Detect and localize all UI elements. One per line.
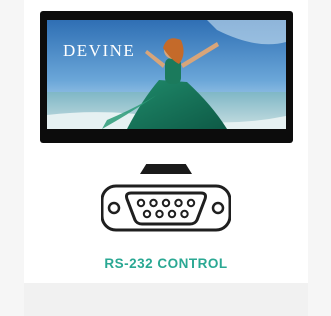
monitor-screen-image: DEVINE <box>47 20 286 129</box>
product-caption[interactable]: RS-232 CONTROL <box>24 256 308 271</box>
db9-serial-connector-icon <box>100 176 232 248</box>
card-footer <box>24 283 308 316</box>
monitor-stand <box>140 164 192 174</box>
screen-brand-text: DEVINE <box>63 41 135 60</box>
